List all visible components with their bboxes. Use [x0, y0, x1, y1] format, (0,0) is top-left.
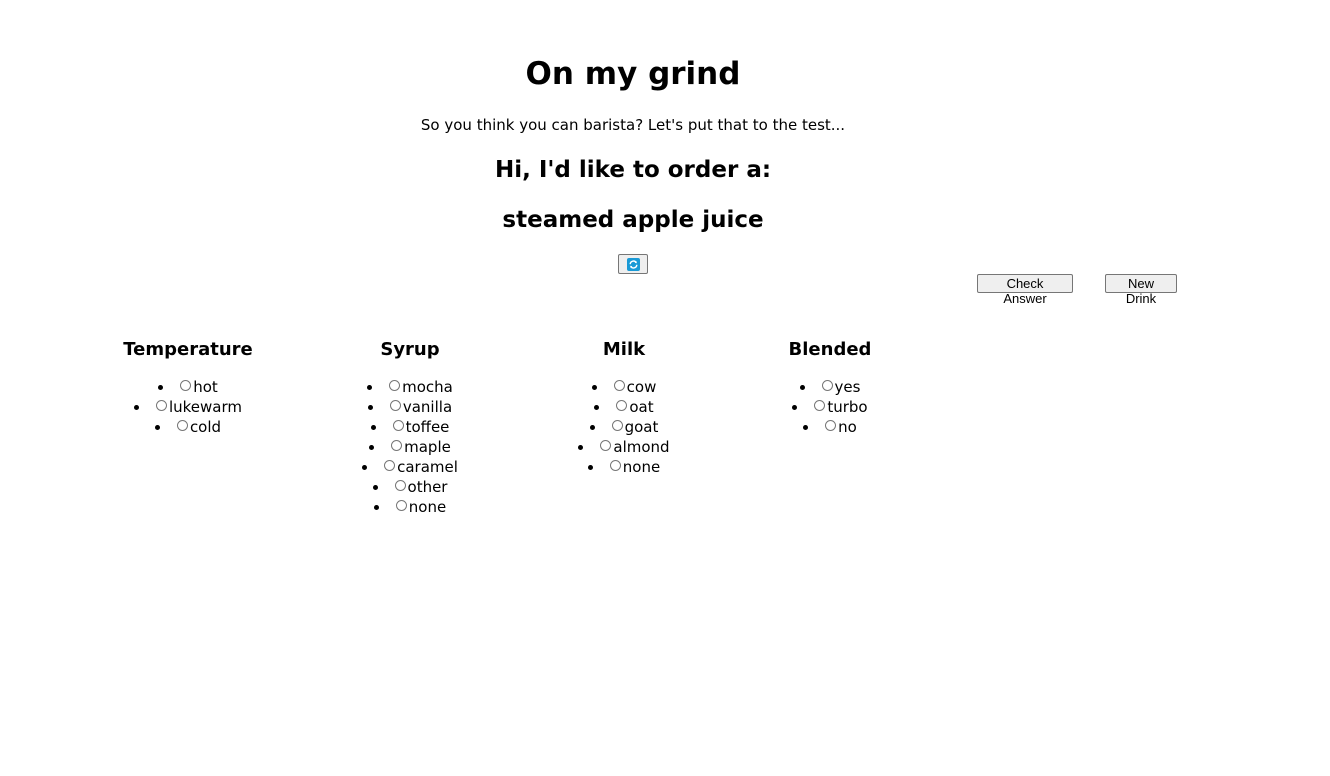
milk-radio-goat[interactable]	[611, 419, 623, 431]
option-label: no	[838, 418, 857, 436]
bullet-icon	[803, 424, 809, 430]
temperature-options: hot lukewarm cold	[108, 377, 268, 437]
option-label: cow	[626, 378, 657, 396]
option-label: yes	[834, 378, 861, 396]
list-item: cold	[108, 417, 268, 437]
blended-group: Blended yes turbo no	[750, 338, 910, 437]
syrup-radio-none[interactable]	[395, 499, 407, 511]
list-item: turbo	[750, 397, 910, 417]
drink-name: steamed apple juice	[502, 207, 764, 233]
milk-radio-almond[interactable]	[600, 439, 612, 451]
list-item: almond	[544, 437, 704, 457]
milk-radio-oat[interactable]	[616, 399, 628, 411]
syrup-heading: Syrup	[380, 339, 440, 360]
option-label: toffee	[405, 418, 450, 436]
blended-heading: Blended	[788, 339, 872, 360]
option-label: turbo	[827, 398, 868, 416]
milk-options: cow oat goat almond none	[544, 377, 704, 477]
option-label: vanilla	[402, 398, 453, 416]
page-subtitle: So you think you can barista? Let's put …	[420, 116, 846, 134]
list-item: none	[330, 497, 490, 517]
list-item: caramel	[330, 457, 490, 477]
temperature-radio-lukewarm[interactable]	[155, 399, 167, 411]
list-item: vanilla	[330, 397, 490, 417]
bullet-icon	[154, 424, 160, 430]
option-label: none	[622, 458, 661, 476]
temperature-group: Temperature hot lukewarm cold	[108, 338, 268, 437]
syrup-radio-caramel[interactable]	[384, 459, 396, 471]
bullet-icon	[367, 384, 373, 390]
syrup-radio-vanilla[interactable]	[389, 399, 401, 411]
list-item: lukewarm	[108, 397, 268, 417]
syrup-radio-maple[interactable]	[391, 439, 403, 451]
option-label: lukewarm	[168, 398, 243, 416]
option-label: none	[408, 498, 447, 516]
refresh-button[interactable]	[618, 254, 648, 274]
option-label: almond	[613, 438, 670, 456]
bullet-icon	[587, 464, 593, 470]
syrup-radio-toffee[interactable]	[392, 419, 404, 431]
list-item: mocha	[330, 377, 490, 397]
list-item: none	[544, 457, 704, 477]
syrup-options: mocha vanilla toffee maple caramel other…	[330, 377, 490, 517]
temperature-heading: Temperature	[123, 339, 253, 360]
syrup-radio-other[interactable]	[394, 479, 406, 491]
bullet-icon	[594, 404, 600, 410]
temperature-radio-hot[interactable]	[180, 379, 192, 391]
blended-radio-turbo[interactable]	[814, 399, 826, 411]
option-label: other	[407, 478, 448, 496]
option-label: oat	[629, 398, 654, 416]
list-item: other	[330, 477, 490, 497]
option-label: cold	[189, 418, 222, 436]
list-item: goat	[544, 417, 704, 437]
list-item: toffee	[330, 417, 490, 437]
bullet-icon	[362, 464, 368, 470]
blended-options: yes turbo no	[750, 377, 910, 437]
option-label: maple	[404, 438, 451, 456]
refresh-icon	[626, 257, 640, 271]
bullet-icon	[792, 404, 798, 410]
option-label: caramel	[397, 458, 458, 476]
bullet-icon	[372, 484, 378, 490]
bullet-icon	[367, 404, 373, 410]
milk-radio-none[interactable]	[609, 459, 621, 471]
bullet-icon	[799, 384, 805, 390]
option-label: hot	[193, 378, 218, 396]
blended-radio-no[interactable]	[825, 419, 837, 431]
check-answer-button[interactable]: Check Answer	[977, 274, 1073, 306]
bullet-icon	[373, 504, 379, 510]
bullet-icon	[589, 424, 595, 430]
page-title: On my grind	[525, 56, 741, 92]
list-item: maple	[330, 437, 490, 457]
bullet-icon	[369, 444, 375, 450]
milk-group: Milk cow oat goat almond none	[544, 338, 704, 477]
order-prompt: Hi, I'd like to order a:	[494, 157, 772, 183]
bullet-icon	[158, 384, 164, 390]
bullet-icon	[578, 444, 584, 450]
blended-radio-yes[interactable]	[821, 379, 833, 391]
new-drink-button[interactable]: New Drink	[1105, 274, 1177, 306]
bullet-icon	[591, 384, 597, 390]
option-label: mocha	[402, 378, 453, 396]
syrup-group: Syrup mocha vanilla toffee maple caramel…	[330, 338, 490, 517]
milk-heading: Milk	[602, 339, 646, 360]
list-item: oat	[544, 397, 704, 417]
list-item: cow	[544, 377, 704, 397]
bullet-icon	[133, 404, 139, 410]
list-item: yes	[750, 377, 910, 397]
syrup-radio-mocha[interactable]	[389, 379, 401, 391]
temperature-radio-cold[interactable]	[176, 419, 188, 431]
list-item: hot	[108, 377, 268, 397]
option-label: goat	[624, 418, 659, 436]
list-item: no	[750, 417, 910, 437]
milk-radio-cow[interactable]	[613, 379, 625, 391]
bullet-icon	[370, 424, 376, 430]
